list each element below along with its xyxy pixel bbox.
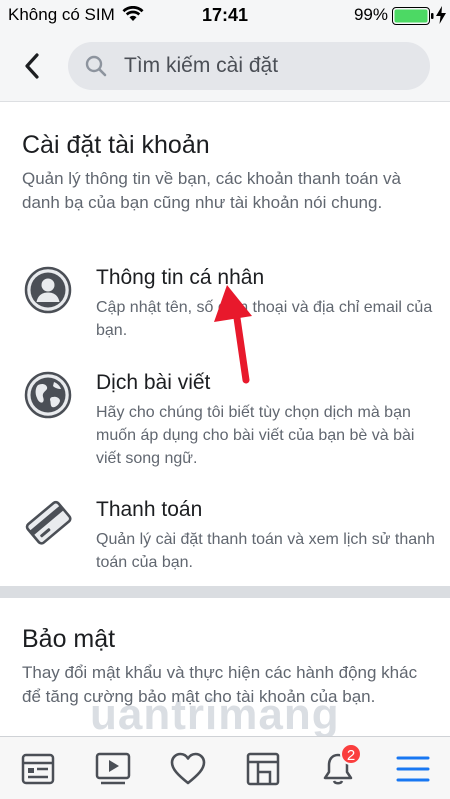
- setting-item-translation[interactable]: Dịch bài viết Hãy cho chúng tôi biết tùy…: [0, 371, 450, 471]
- search-box[interactable]: [68, 42, 430, 90]
- credit-card-icon: [24, 498, 72, 546]
- account-section-title: Cài đặt tài khoản: [22, 131, 210, 159]
- battery-icon: [392, 7, 434, 30]
- setting-item-personal-info[interactable]: Thông tin cá nhân Cập nhật tên, số điện …: [0, 266, 450, 346]
- notification-badge: 2: [340, 743, 362, 765]
- news-feed-icon: [21, 753, 54, 784]
- tab-news-feed[interactable]: [0, 737, 75, 799]
- chevron-left-icon: [25, 53, 39, 79]
- person-icon: [24, 266, 72, 314]
- security-section-description: Thay đổi mật khẩu và thực hiện các hành …: [22, 663, 418, 706]
- personal-info-description: Cập nhật tên, số điện thoại và địa chỉ e…: [96, 299, 433, 339]
- status-bar: Không có SIM 17:41 99%: [0, 0, 450, 30]
- battery-percent: 99%: [353, 5, 388, 24]
- section-divider: [0, 586, 450, 598]
- translation-title: Dịch bài viết: [96, 371, 211, 394]
- payments-title: Thanh toán: [96, 498, 203, 521]
- setting-item-payments[interactable]: Thanh toán Quản lý cài đặt thanh toán và…: [0, 498, 450, 578]
- translation-description: Hãy cho chúng tôi biết tùy chọn dịch mà …: [96, 404, 415, 467]
- tab-dating[interactable]: [150, 737, 225, 799]
- charging-icon: [436, 6, 446, 29]
- security-section-title: Bảo mật: [22, 625, 116, 653]
- menu-icon: [396, 756, 429, 781]
- back-button[interactable]: [16, 50, 48, 82]
- personal-info-title: Thông tin cá nhân: [96, 266, 265, 289]
- tab-menu[interactable]: [375, 737, 450, 799]
- payments-description: Quản lý cài đặt thanh toán và xem lịch s…: [96, 531, 435, 571]
- tab-marketplace[interactable]: [225, 737, 300, 799]
- globe-icon: [24, 371, 72, 419]
- watch-icon: [95, 752, 130, 784]
- tab-notifications[interactable]: 2: [300, 737, 375, 799]
- heart-icon: [170, 752, 205, 784]
- tab-watch[interactable]: [75, 737, 150, 799]
- tab-bar: 2: [0, 736, 450, 799]
- marketplace-icon: [246, 752, 279, 785]
- account-section-description: Quản lý thông tin về bạn, các khoản than…: [22, 169, 401, 212]
- search-header: [0, 30, 450, 102]
- search-icon: [84, 54, 108, 83]
- search-input[interactable]: [124, 42, 414, 90]
